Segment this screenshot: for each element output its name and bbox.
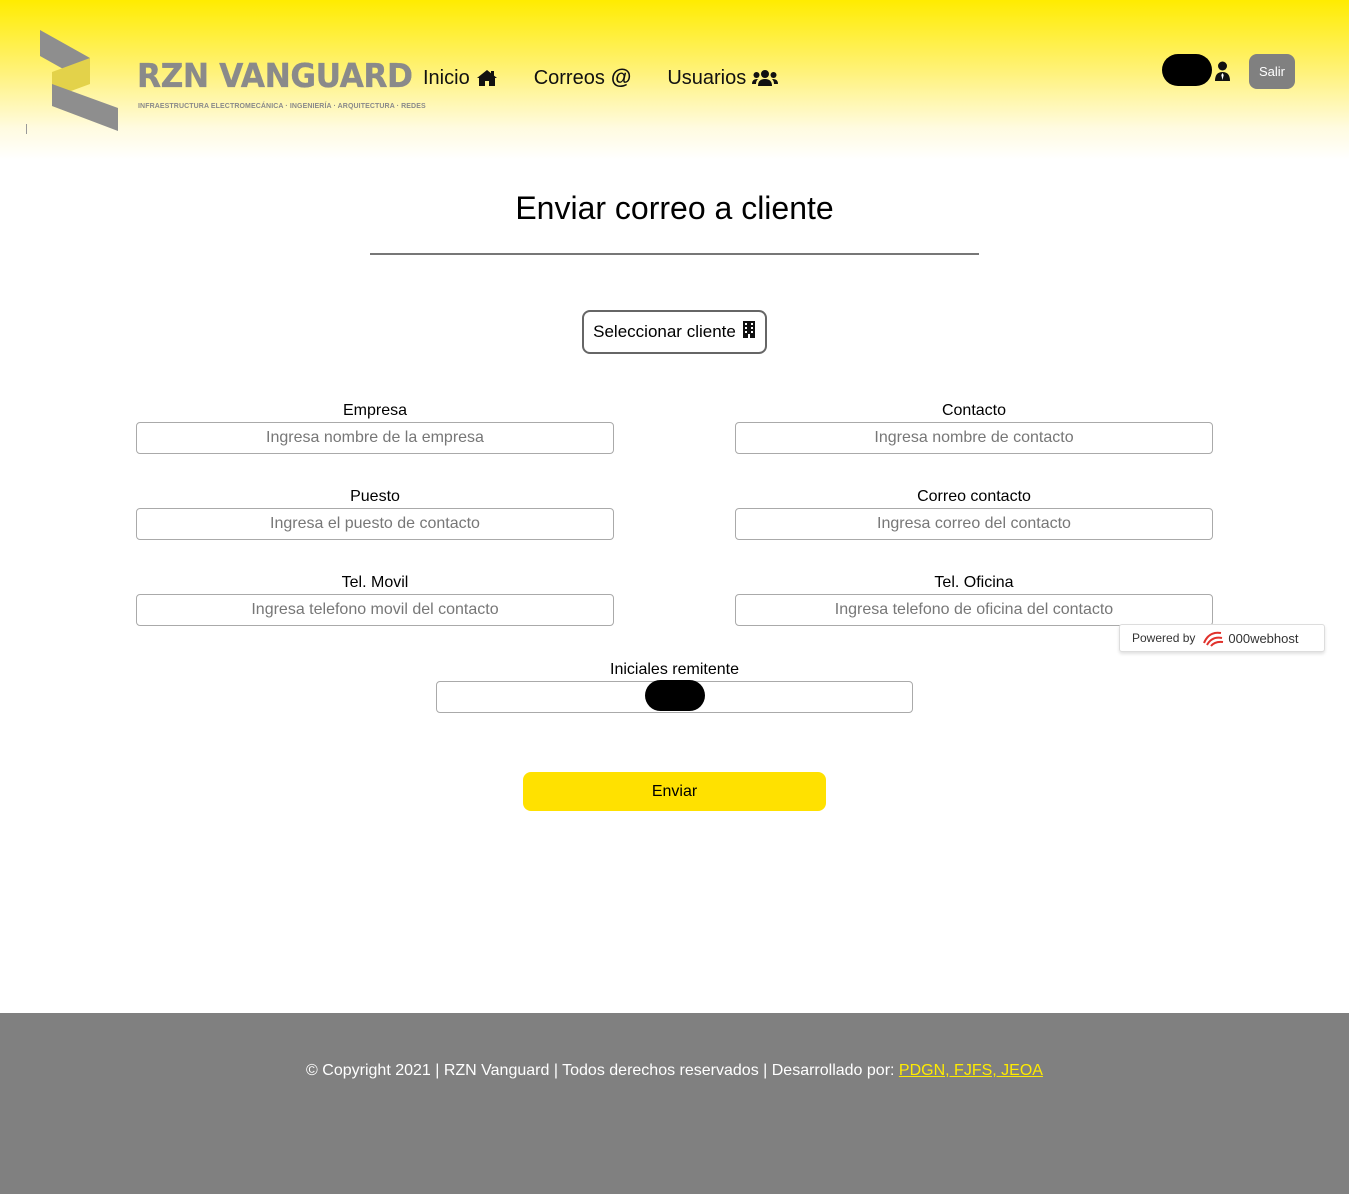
correo-field-group: Correo contacto <box>735 488 1213 540</box>
movil-field-group: Tel. Movil <box>136 574 614 626</box>
powered-by-badge[interactable]: Powered by 000webhost <box>1119 624 1325 652</box>
logo-wordmark: RZN VANGUARD <box>137 56 413 95</box>
footer-copyright: © Copyright 2021 | RZN Vanguard | Todos … <box>0 1062 1349 1080</box>
main-nav: Inicio Correos @ Usuarios <box>423 66 814 90</box>
logo-mark-icon <box>40 30 118 131</box>
user-tie-icon <box>1214 61 1231 86</box>
powered-prefix: Powered by <box>1132 631 1196 645</box>
footer-developers-link[interactable]: PDGN, FJFS, JEOA <box>899 1062 1043 1079</box>
empresa-field-group: Empresa <box>136 402 614 454</box>
empresa-input[interactable] <box>136 422 614 454</box>
oficina-field-group: Tel. Oficina <box>735 574 1213 626</box>
correo-input[interactable] <box>735 508 1213 540</box>
correo-label: Correo contacto <box>917 488 1031 505</box>
contacto-label: Contacto <box>941 402 1007 419</box>
home-icon <box>476 69 498 87</box>
movil-label: Tel. Movil <box>341 574 409 591</box>
empresa-label: Empresa <box>342 402 408 419</box>
footer <box>0 1013 1349 1194</box>
puesto-input[interactable] <box>136 508 614 540</box>
oficina-label: Tel. Oficina <box>934 574 1014 591</box>
footer-text: © Copyright 2021 | RZN Vanguard | Todos … <box>306 1062 895 1079</box>
contacto-field-group: Contacto <box>735 402 1213 454</box>
title-divider <box>370 253 979 255</box>
nav-correos-label: Correos <box>533 66 605 89</box>
header: RZN VANGUARD INFRAESTRUCTURA ELECTROMECÁ… <box>0 0 1349 160</box>
select-client-button[interactable]: Seleccionar cliente <box>582 310 767 354</box>
logo-tagline: INFRAESTRUCTURA ELECTROMECÁNICA · INGENI… <box>138 103 426 110</box>
nav-inicio[interactable]: Inicio <box>423 66 498 90</box>
nav-inicio-label: Inicio <box>423 66 470 89</box>
building-icon <box>742 321 756 343</box>
puesto-field-group: Puesto <box>136 488 614 540</box>
page-title: Enviar correo a cliente <box>515 190 834 226</box>
movil-input[interactable] <box>136 594 614 626</box>
submit-button[interactable]: Enviar <box>523 772 826 811</box>
rzn-vanguard-logo[interactable]: RZN VANGUARD INFRAESTRUCTURA ELECTROMECÁ… <box>38 28 426 134</box>
webhost-logo-icon <box>1201 629 1225 647</box>
nav-correos[interactable]: Correos @ <box>534 66 632 90</box>
select-client-label: Seleccionar cliente <box>593 322 736 341</box>
webhost-brand: 000webhost <box>1201 629 1299 647</box>
logout-button[interactable]: Salir <box>1249 54 1295 89</box>
nav-usuarios-label: Usuarios <box>667 66 747 89</box>
users-icon <box>752 69 779 87</box>
at-icon: @ <box>610 66 632 89</box>
iniciales-overlay-pill <box>645 680 705 711</box>
oficina-input[interactable] <box>735 594 1213 626</box>
iniciales-label: Iniciales remitente <box>610 661 739 678</box>
puesto-label: Puesto <box>350 488 400 505</box>
user-avatar-pill[interactable] <box>1162 54 1212 86</box>
divider-tick <box>26 124 27 134</box>
nav-usuarios[interactable]: Usuarios <box>667 66 779 90</box>
webhost-brand-label: 000webhost <box>1228 630 1299 646</box>
contacto-input[interactable] <box>735 422 1213 454</box>
